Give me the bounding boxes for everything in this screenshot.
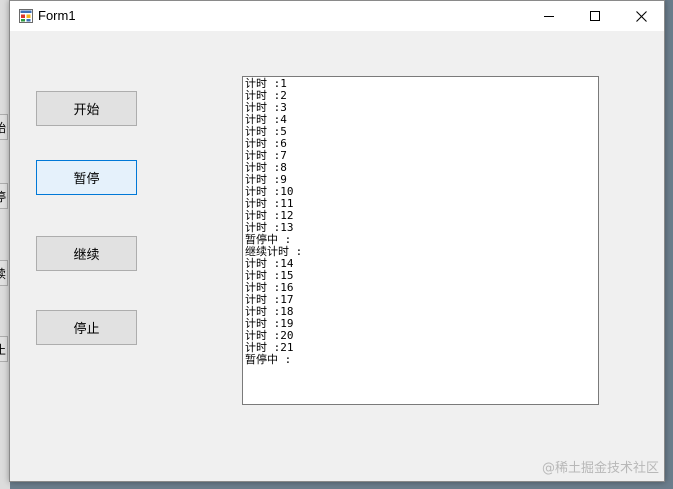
background-button-start[interactable]: 开始 xyxy=(0,114,8,140)
resume-button[interactable]: 继续 xyxy=(36,236,137,271)
timer-log-textbox[interactable]: 计时 :1 计时 :2 计时 :3 计时 :4 计时 :5 计时 :6 计时 :… xyxy=(242,76,599,405)
form1-window: Form1 开始 暂停 继续 停止 计时 :1 计时 :2 计时 :3 计时 :… xyxy=(9,0,665,482)
start-button[interactable]: 开始 xyxy=(36,91,137,126)
pause-button[interactable]: 暂停 xyxy=(36,160,137,195)
log-line: 计时 :1 xyxy=(245,77,287,90)
log-line: 计时 :17 xyxy=(245,293,294,306)
winforms-app-icon xyxy=(19,9,33,23)
log-line: 计时 :7 xyxy=(245,149,287,162)
log-line: 计时 :6 xyxy=(245,137,287,150)
log-line: 计时 :3 xyxy=(245,101,287,114)
minimize-button[interactable] xyxy=(526,1,572,31)
background-button-pause[interactable]: 暂停 xyxy=(0,183,8,209)
log-line: 计时 :10 xyxy=(245,185,294,198)
title-bar[interactable]: Form1 xyxy=(10,1,664,31)
maximize-icon xyxy=(590,11,600,21)
log-line: 计时 :5 xyxy=(245,125,287,138)
log-line: 继续计时 : xyxy=(245,245,303,258)
log-line: 计时 :19 xyxy=(245,317,294,330)
log-line: 计时 :2 xyxy=(245,89,287,102)
log-line: 计时 :13 xyxy=(245,221,294,234)
log-line: 计时 :4 xyxy=(245,113,287,126)
log-line: 计时 :9 xyxy=(245,173,287,186)
close-icon xyxy=(635,10,647,22)
log-line: 计时 :21 xyxy=(245,341,294,354)
log-line: 计时 :12 xyxy=(245,209,294,222)
log-line: 计时 :15 xyxy=(245,269,294,282)
log-line: 计时 :16 xyxy=(245,281,294,294)
log-line: 暂停中 : xyxy=(245,353,292,366)
minimize-icon xyxy=(544,16,554,17)
log-line: 计时 :20 xyxy=(245,329,294,342)
watermark-text: @稀土掘金技术社区 xyxy=(541,461,659,476)
close-button[interactable] xyxy=(618,1,664,31)
window-title: Form1 xyxy=(38,8,76,23)
stop-button[interactable]: 停止 xyxy=(36,310,137,345)
log-line: 计时 :8 xyxy=(245,161,287,174)
log-line: 计时 :11 xyxy=(245,197,294,210)
maximize-button[interactable] xyxy=(572,1,618,31)
background-button-resume[interactable]: 继续 xyxy=(0,260,8,286)
background-button-stop[interactable]: 停止 xyxy=(0,336,8,362)
log-line: 计时 :18 xyxy=(245,305,294,318)
log-line: 计时 :14 xyxy=(245,257,294,270)
